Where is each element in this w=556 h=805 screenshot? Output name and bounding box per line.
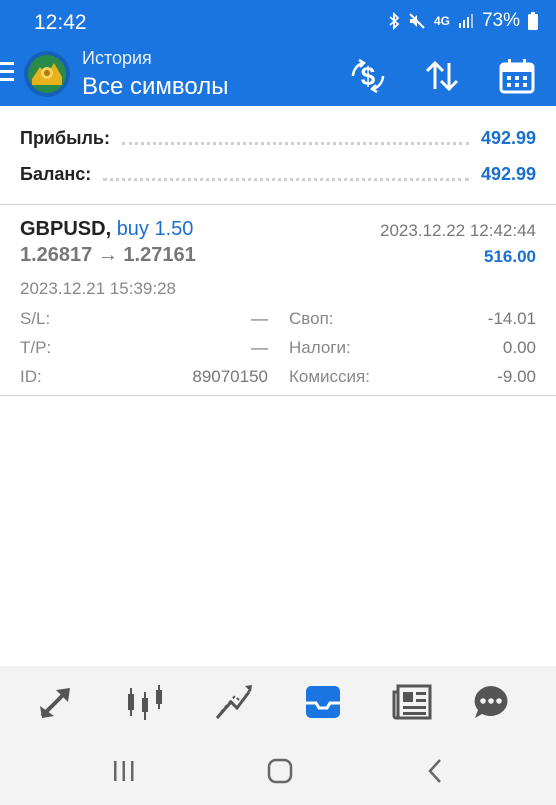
home-icon[interactable] bbox=[260, 754, 300, 788]
id-value: 89070150 bbox=[192, 367, 268, 386]
trade-close-time: 2023.12.22 12:42:44 bbox=[380, 221, 536, 240]
dotted-leader bbox=[103, 168, 469, 181]
trade-prices: 1.26817 → 1.27161 bbox=[20, 244, 196, 266]
dotted-leader bbox=[121, 132, 469, 145]
network-icon: 4G bbox=[433, 14, 450, 28]
status-bar: 12:42 4G 73% bbox=[0, 0, 556, 46]
trade-action: buy 1.50 bbox=[116, 218, 194, 240]
profit-value: 492.99 bbox=[480, 127, 536, 148]
history-icon[interactable] bbox=[299, 681, 347, 723]
tp-value: — bbox=[251, 338, 268, 357]
app-logo-icon bbox=[24, 51, 70, 97]
commission-label: Комиссия: bbox=[289, 367, 370, 386]
toolbar-title[interactable]: Все символы bbox=[82, 73, 228, 101]
currency-exchange-icon[interactable]: $ bbox=[348, 56, 388, 96]
bluetooth-icon bbox=[388, 12, 400, 30]
news-icon[interactable] bbox=[388, 681, 436, 723]
back-icon[interactable] bbox=[415, 754, 455, 788]
toolbar-subtitle: История bbox=[82, 48, 152, 68]
swap-label: Своп: bbox=[289, 309, 334, 328]
bottom-navigation bbox=[0, 666, 556, 738]
profit-label: Прибыль: bbox=[20, 127, 110, 148]
tp-label: T/P: bbox=[20, 338, 52, 357]
recent-apps-icon[interactable] bbox=[104, 754, 144, 788]
chat-icon[interactable] bbox=[467, 681, 515, 723]
trade-symbol-line: GBPUSD, buy 1.50 bbox=[20, 218, 193, 241]
calendar-icon[interactable] bbox=[497, 56, 537, 96]
balance-label: Баланс: bbox=[20, 163, 92, 184]
sort-icon[interactable] bbox=[422, 56, 462, 96]
status-time: 12:42 bbox=[34, 11, 87, 34]
system-navigation bbox=[0, 738, 556, 805]
trade-profit: 516.00 bbox=[484, 247, 536, 266]
chart-icon[interactable] bbox=[121, 681, 169, 723]
commission-value: -9.00 bbox=[497, 367, 536, 386]
id-label: ID: bbox=[20, 367, 42, 386]
trade-item[interactable]: GBPUSD, buy 1.50 1.26817 → 1.27161 2023.… bbox=[0, 205, 556, 396]
trade-icon[interactable] bbox=[210, 681, 258, 723]
trade-open-time: 2023.12.21 15:39:28 bbox=[20, 279, 176, 298]
profit-row: Прибыль: 492.99 bbox=[20, 123, 536, 153]
battery-icon bbox=[528, 12, 538, 30]
tax-label: Налоги: bbox=[289, 338, 351, 357]
quotes-icon[interactable] bbox=[32, 681, 80, 723]
mute-icon bbox=[408, 12, 426, 30]
sl-value: — bbox=[251, 309, 268, 328]
sl-label: S/L: bbox=[20, 309, 51, 328]
summary-panel: Прибыль: 492.99 Баланс: 492.99 bbox=[0, 106, 556, 205]
trade-symbol: GBPUSD, bbox=[20, 218, 112, 240]
battery-text: 73% bbox=[481, 10, 520, 31]
swap-value: -14.01 bbox=[487, 309, 536, 328]
balance-value: 492.99 bbox=[480, 163, 536, 184]
tax-value: 0.00 bbox=[502, 338, 536, 357]
menu-icon[interactable] bbox=[0, 62, 14, 86]
signal-icon bbox=[458, 13, 474, 29]
status-icons: 4G 73% bbox=[388, 10, 538, 32]
balance-row: Баланс: 492.99 bbox=[20, 159, 536, 189]
app-toolbar: История Все символы $ bbox=[0, 46, 556, 106]
